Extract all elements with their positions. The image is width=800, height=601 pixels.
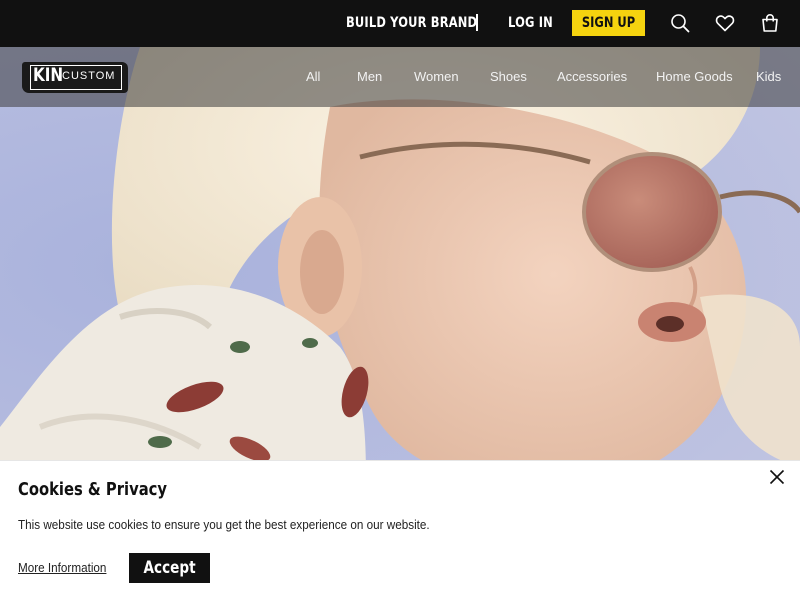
signup-button[interactable]: SIGN UP bbox=[572, 10, 645, 36]
more-information-link[interactable]: More Information bbox=[18, 560, 106, 575]
close-icon[interactable] bbox=[769, 469, 785, 485]
heart-icon[interactable] bbox=[715, 13, 735, 33]
cookie-title: Cookies & Privacy bbox=[18, 479, 168, 500]
signup-label: SIGN UP bbox=[581, 15, 636, 31]
main-nav: KIN CUSTOM All Men Women Shoes Accessori… bbox=[0, 47, 800, 107]
nav-item-home-goods[interactable]: Home Goods bbox=[656, 47, 733, 107]
cookie-banner: Cookies & Privacy This website use cooki… bbox=[0, 460, 800, 601]
nav-item-shoes[interactable]: Shoes bbox=[490, 47, 527, 107]
top-bar: BUILD YOUR BRAND LOG IN SIGN UP bbox=[0, 0, 800, 47]
accept-label: Accept bbox=[143, 558, 196, 578]
search-icon[interactable] bbox=[670, 13, 690, 33]
logo-kin-text: KIN bbox=[33, 64, 64, 86]
kin-custom-logo[interactable]: KIN CUSTOM bbox=[22, 62, 128, 93]
cookie-text: This website use cookies to ensure you g… bbox=[18, 517, 430, 532]
build-your-brand-link[interactable]: BUILD YOUR BRAND bbox=[346, 0, 477, 47]
nav-item-men[interactable]: Men bbox=[357, 47, 382, 107]
nav-item-women[interactable]: Women bbox=[414, 47, 459, 107]
nav-item-kids[interactable]: Kids bbox=[756, 47, 781, 107]
accept-button[interactable]: Accept bbox=[129, 553, 210, 583]
top-bar-divider bbox=[476, 14, 478, 31]
nav-item-accessories[interactable]: Accessories bbox=[557, 47, 627, 107]
logo-custom-text: CUSTOM bbox=[62, 70, 116, 82]
login-link[interactable]: LOG IN bbox=[508, 0, 553, 47]
nav-item-all[interactable]: All bbox=[306, 47, 320, 107]
shopping-bag-icon[interactable] bbox=[760, 13, 780, 33]
